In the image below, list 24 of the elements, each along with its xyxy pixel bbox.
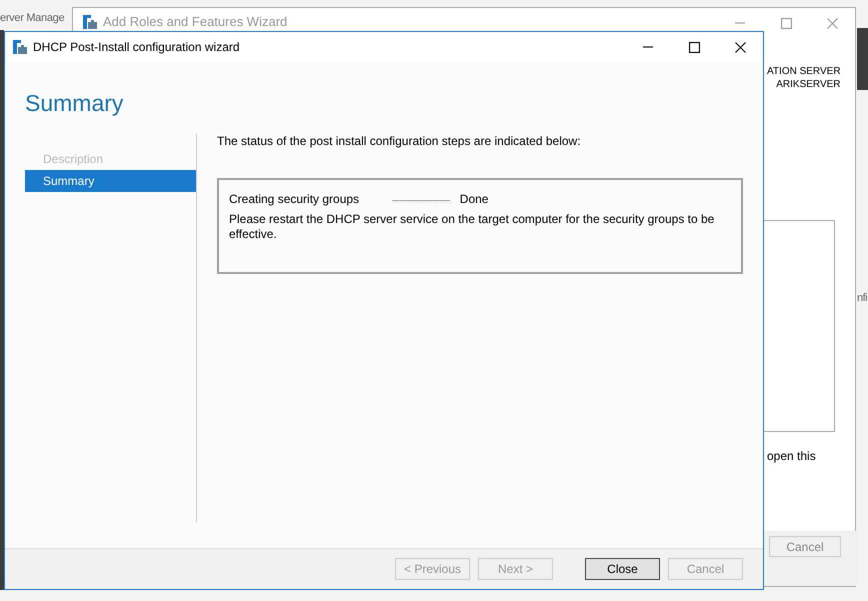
page-heading: Summary: [25, 89, 124, 117]
restart-message: Please restart the DHCP server service on the target computer for the security groups to be effective.: [229, 212, 716, 242]
server-label: ATION SERVER: [767, 65, 841, 78]
nav-item[interactable]: Summary: [25, 170, 196, 192]
step-name: Creating security groups: [229, 192, 360, 207]
minimize-icon: [642, 46, 654, 48]
side-text: nfi: [857, 291, 868, 306]
maximize-icon: [688, 42, 700, 52]
window-title: erver Manage: [0, 11, 64, 26]
cancel-button[interactable]: Cancel: [769, 536, 841, 557]
server-label: ARIKSERVER: [775, 78, 841, 91]
minimize-icon: [734, 22, 746, 24]
wizard-button[interactable]: Close: [585, 558, 660, 580]
step-status: Done: [460, 192, 488, 207]
close-icon: [734, 42, 746, 52]
window-title: Add Roles and Features Wizard: [103, 13, 288, 31]
intro-text: The status of the post install configuration steps are indicated below:: [217, 134, 582, 149]
server-wizard-icon: [13, 40, 27, 54]
maximize-icon: [780, 18, 792, 28]
server-wizard-icon: [83, 14, 97, 29]
description-text: open this: [767, 448, 816, 465]
close-icon: [826, 18, 838, 28]
header-bar: [857, 28, 868, 90]
window-title: DHCP Post-Install configuration wizard: [33, 39, 240, 56]
